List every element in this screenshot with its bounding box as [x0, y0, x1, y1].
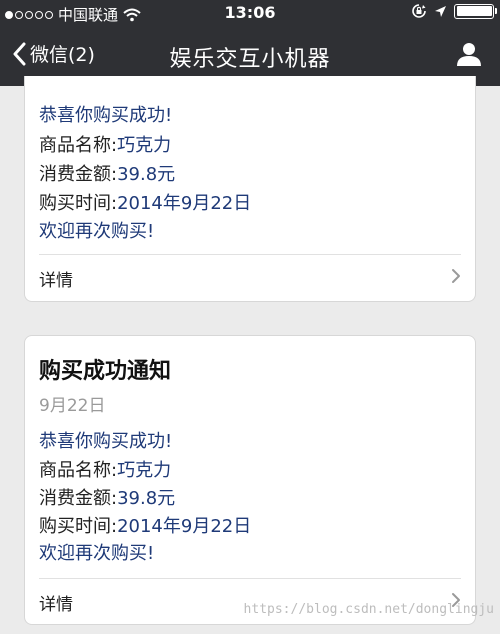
profile-icon — [457, 43, 481, 66]
orientation-lock-icon — [412, 4, 426, 18]
detail-link[interactable]: 详情 — [39, 266, 461, 291]
time-value: 2014年9月22日 — [117, 193, 252, 214]
time-label: 购买时间: — [39, 516, 118, 537]
status-right — [411, 3, 497, 19]
product-label: 商品名称: — [39, 135, 118, 156]
message-card: 恭喜你购买成功! 商品名称:巧克力 消费金额:39.8元 购买时间:2014年9… — [24, 76, 476, 302]
amount-label: 消费金额: — [39, 488, 118, 509]
closing-text: 欢迎再次购买! — [39, 543, 155, 564]
product-label: 商品名称: — [39, 460, 118, 481]
amount-row: 消费金额:39.8元 — [39, 484, 175, 510]
battery-icon — [454, 3, 497, 19]
battery-fill — [456, 6, 492, 16]
product-row: 商品名称:巧克力 — [39, 456, 171, 482]
product-value: 巧克力 — [117, 135, 172, 156]
chevron-right-icon — [452, 269, 460, 283]
page-title: 娱乐交互小机器 — [169, 47, 331, 72]
time-row: 购买时间:2014年9月22日 — [39, 512, 251, 538]
card-divider — [39, 254, 461, 255]
product-value: 巧克力 — [117, 460, 172, 481]
amount-label: 消费金额: — [39, 164, 118, 185]
status-bar: 中国联通 13:06 — [0, 0, 500, 26]
watermark-text: https://blog.csdn.net/donglingju — [243, 602, 494, 617]
product-row: 商品名称:巧克力 — [39, 131, 171, 157]
closing-text: 欢迎再次购买! — [39, 221, 155, 242]
amount-value: 39.8元 — [117, 164, 176, 185]
amount-value: 39.8元 — [117, 488, 176, 509]
card-divider — [39, 578, 461, 579]
card-title: 购买成功通知 — [39, 359, 172, 384]
message-card: 购买成功通知 9月22日 恭喜你购买成功! 商品名称:巧克力 消费金额:39.8… — [24, 335, 476, 625]
detail-label: 详情 — [39, 595, 73, 615]
time-row: 购买时间:2014年9月22日 — [39, 189, 251, 215]
card-date: 9月22日 — [39, 396, 106, 416]
greeting-text: 恭喜你购买成功! — [39, 105, 173, 126]
location-arrow-icon — [435, 5, 446, 17]
amount-row: 消费金额:39.8元 — [39, 160, 175, 186]
greeting-text: 恭喜你购买成功! — [39, 431, 173, 452]
time-value: 2014年9月22日 — [117, 516, 252, 537]
profile-button[interactable] — [456, 41, 482, 71]
detail-label: 详情 — [39, 271, 73, 291]
time-label: 购买时间: — [39, 193, 118, 214]
